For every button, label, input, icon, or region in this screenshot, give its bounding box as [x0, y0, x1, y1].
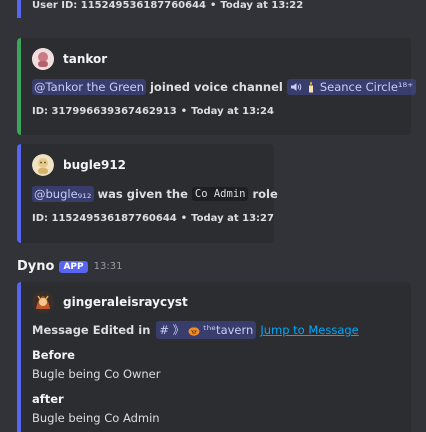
bugle912-avatar[interactable]: [32, 154, 54, 176]
speaker-icon: [290, 83, 302, 91]
embed-author-name[interactable]: gingeraleisraycyst: [63, 295, 188, 309]
channel-name: ᵗʰᵉtavern: [203, 323, 254, 337]
app-badge: APP: [59, 260, 88, 273]
voice-channel-mention[interactable]: Seance Circle¹⁸⁺: [286, 79, 417, 95]
embed-timestamp: Today at 13:27: [191, 213, 274, 224]
channel-mention[interactable]: # 》 ᵗʰᵉtavern: [156, 321, 257, 339]
user-mention[interactable]: @Tankor the Green: [32, 79, 146, 95]
message-edited-embed: gingeraleisraycyst Message Edited in # 》…: [17, 282, 411, 432]
action-text: was given the: [97, 187, 188, 201]
before-field-label: Before: [32, 348, 75, 362]
after-field-value: Bugle being Co Admin: [32, 411, 160, 425]
pumpkin-icon: [188, 325, 200, 336]
embed-id-text: ID: 115249536187760644: [32, 213, 177, 224]
message-header: Dyno APP 13:31: [17, 259, 122, 274]
voice-join-embed: tankor @Tankor the Green joined voice ch…: [17, 38, 417, 135]
top-embed-footer: User ID: 115249536187760644 • Today at 13:…: [32, 0, 304, 11]
candle-icon: [308, 81, 313, 93]
tankor-avatar[interactable]: [32, 48, 54, 70]
role-suffix: role: [252, 187, 278, 201]
message-timestamp[interactable]: 13:31: [94, 261, 123, 272]
before-field-value: Bugle being Co Owner: [32, 367, 161, 381]
edited-label: Message Edited in: [32, 323, 151, 337]
embed-author-name[interactable]: tankor: [63, 52, 107, 66]
embed-author-name[interactable]: bugle912: [63, 158, 126, 172]
channel-prefix: # 》: [159, 323, 185, 337]
jump-to-message-link[interactable]: Jump to Message: [260, 323, 358, 337]
user-mention[interactable]: @bugle₉₁₂: [32, 186, 94, 202]
channel-name: Seance Circle¹⁸⁺: [319, 80, 414, 94]
user-id-text: User ID: 115249536187760644: [32, 0, 207, 11]
timestamp: Today at 13:22: [220, 0, 304, 11]
gingeraleisraycyst-avatar[interactable]: [32, 291, 54, 313]
action-text: joined voice channel: [149, 80, 283, 94]
role-name-code: Co Admin: [191, 187, 249, 201]
after-field-label: after: [32, 392, 64, 406]
bot-username[interactable]: Dyno: [17, 259, 54, 274]
role-given-embed: bugle912 @bugle₉₁₂ was given the Co Admi…: [17, 144, 278, 243]
embed-id-text: ID: 317996639367462913: [32, 106, 177, 117]
embed-timestamp: Today at 13:24: [191, 106, 274, 117]
